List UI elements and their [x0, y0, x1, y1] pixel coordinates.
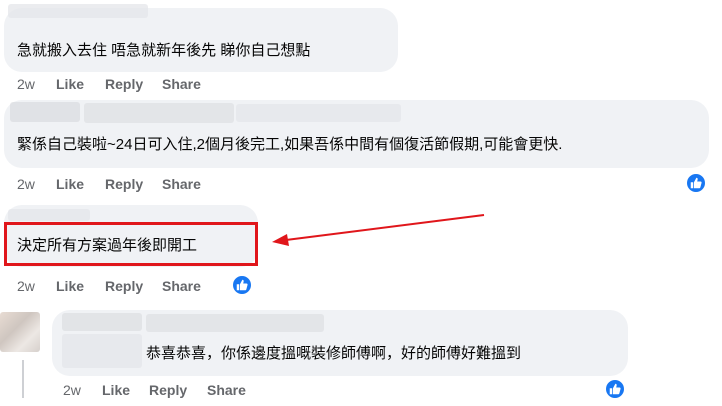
like-button[interactable]: Like — [56, 278, 84, 294]
author-name-redacted — [10, 102, 80, 122]
share-button[interactable]: Share — [162, 278, 201, 294]
thumbs-up-reaction-icon[interactable] — [685, 172, 707, 194]
thumbs-up-reaction-icon[interactable] — [231, 274, 253, 296]
reply-button[interactable]: Reply — [105, 278, 143, 294]
author-name-redacted — [8, 209, 90, 221]
author-name-redacted — [8, 4, 148, 18]
red-highlight-box — [4, 222, 258, 266]
reply-button[interactable]: Reply — [105, 76, 143, 92]
comment-text: 急就搬入去住 唔急就新年後先 睇你自己想點 — [17, 42, 311, 59]
comment-actions: 2w Like Reply Share — [17, 176, 257, 194]
avatar[interactable] — [0, 312, 40, 352]
comment-actions: 2w Like Reply Share — [17, 278, 257, 296]
comment-timestamp[interactable]: 2w — [17, 76, 35, 92]
like-button[interactable]: Like — [56, 76, 84, 92]
share-button[interactable]: Share — [162, 76, 201, 92]
comment-text: 恭喜恭喜，你係邊度搵嘅裝修師傅啊，好的師傅好難搵到 — [146, 345, 522, 362]
comment-timestamp[interactable]: 2w — [17, 278, 35, 294]
comment-actions: 2w Like Reply Share — [17, 76, 257, 94]
comment-text: 緊係自己裝啦~24日可入住,2個月後完工,如果吾係中間有個復活節假期,可能會更快… — [17, 136, 563, 153]
share-button[interactable]: Share — [207, 382, 246, 398]
share-button[interactable]: Share — [162, 176, 201, 192]
comment-timestamp[interactable]: 2w — [63, 382, 81, 398]
like-button[interactable]: Like — [102, 382, 130, 398]
author-name-redacted — [236, 104, 401, 122]
comment-actions: 2w Like Reply Share — [63, 382, 303, 400]
author-name-redacted — [62, 334, 142, 368]
reply-button[interactable]: Reply — [149, 382, 187, 398]
author-name-redacted — [146, 314, 324, 332]
thread-line — [22, 360, 24, 398]
thumbs-up-reaction-icon[interactable] — [604, 378, 626, 400]
author-name-redacted — [84, 103, 234, 123]
like-button[interactable]: Like — [56, 176, 84, 192]
reply-button[interactable]: Reply — [105, 176, 143, 192]
author-name-redacted — [62, 313, 142, 331]
comment-timestamp[interactable]: 2w — [17, 176, 35, 192]
